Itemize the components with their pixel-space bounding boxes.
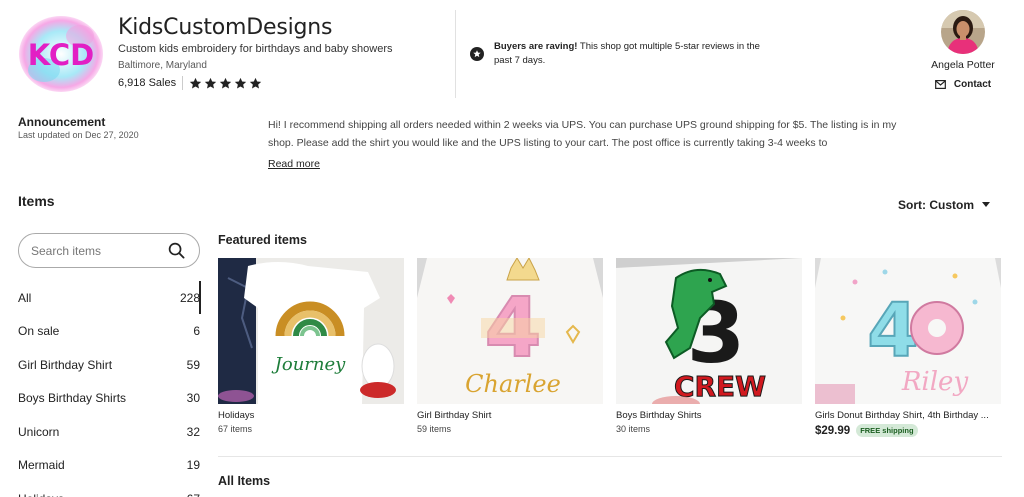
caret-down-icon (982, 202, 990, 207)
card-count: 67 items (218, 424, 253, 434)
star-icon (234, 77, 247, 89)
featured-card-holidays[interactable]: Journey Holidays 67 items (218, 258, 404, 437)
free-shipping-badge: FREE shipping (856, 424, 918, 437)
star-badge-icon (470, 47, 484, 61)
star-icon (204, 77, 217, 89)
card-price: $29.99 (815, 424, 851, 437)
category-item[interactable]: Boys Birthday Shirts 30 (18, 382, 200, 416)
owner-name[interactable]: Angela Potter (918, 59, 1008, 71)
announcement-text: Hi! I recommend shipping all orders need… (268, 119, 897, 149)
card-count: 30 items (616, 424, 651, 434)
raving-bold: Buyers are raving! (494, 41, 578, 52)
card-image[interactable]: 3 CREW (616, 258, 802, 404)
card-price-row: $29.99 FREE shipping (815, 424, 1001, 437)
card-art-text: Riley (901, 367, 969, 397)
card-title[interactable]: Girl Birthday Shirt (417, 410, 603, 421)
shop-logo: KCD (18, 14, 104, 94)
star-rating[interactable] (189, 77, 262, 90)
featured-card-girl-birthday[interactable]: 4 Charlee Girl Birthday Shirt 59 items (417, 258, 603, 437)
category-count: 19 (186, 458, 200, 473)
shop-location: Baltimore, Maryland (118, 60, 207, 71)
card-art-text: Charlee (465, 370, 561, 398)
card-title[interactable]: Holidays (218, 410, 404, 421)
category-list: All 228 On sale 6 Girl Birthday Shirt 59 Boys … (18, 281, 200, 497)
shop-owner: Angela Potter Contact (918, 10, 1008, 90)
sales-count: 6,918 Sales (118, 77, 177, 89)
card-image[interactable]: Journey (218, 258, 404, 404)
category-item[interactable]: Holidays 67 (18, 482, 200, 497)
sort-label: Sort: Custom (898, 198, 974, 212)
featured-card-donut-shirt[interactable]: 4 Riley Girls Donut Birthday Shirt, 4th … (815, 258, 1001, 437)
category-item[interactable]: All 228 (18, 281, 200, 315)
category-count: 32 (186, 424, 200, 439)
items-heading: Items (18, 193, 55, 209)
featured-card-boys-birthday[interactable]: 3 CREW Boys Birthday Shirts 30 items (616, 258, 802, 437)
category-label: Unicorn (18, 424, 60, 439)
shop-tagline: Custom kids embroidery for birthdays and… (118, 43, 393, 55)
star-icon (249, 77, 262, 89)
buyers-raving-notice: Buyers are raving! This shop got multipl… (470, 40, 770, 68)
category-count: 59 (186, 357, 200, 372)
read-more-link[interactable]: Read more (268, 158, 320, 170)
active-category-indicator (199, 281, 201, 314)
star-icon (219, 77, 232, 89)
contact-button[interactable]: Contact (918, 79, 1008, 90)
featured-items-heading: Featured items (218, 233, 307, 247)
all-items-heading: All Items (218, 474, 271, 488)
category-item[interactable]: Unicorn 32 (18, 415, 200, 449)
card-image[interactable]: 4 Charlee (417, 258, 603, 404)
divider (182, 76, 184, 90)
section-divider (218, 456, 1002, 457)
category-item[interactable]: Mermaid 19 (18, 449, 200, 483)
category-count: 228 (179, 290, 200, 305)
featured-cards: Journey Holidays 67 items 4 Charlee Girl… (218, 258, 1001, 437)
card-image[interactable]: 4 Riley (815, 258, 1001, 404)
category-item[interactable]: Girl Birthday Shirt 59 (18, 348, 200, 382)
search-input[interactable] (31, 243, 161, 258)
announcement-updated: Last updated on Dec 27, 2020 (18, 130, 139, 140)
sort-dropdown[interactable]: Sort: Custom (898, 198, 990, 212)
shop-header: KCD KidsCustomDesigns Custom kids embroi… (0, 0, 1024, 110)
sales-rating: 6,918 Sales (118, 76, 262, 90)
mail-icon (934, 80, 946, 89)
card-art-text: Journey (271, 354, 346, 375)
category-count: 30 (186, 391, 200, 406)
search-box (18, 233, 200, 268)
logo-text: KCD (28, 38, 95, 72)
contact-label: Contact (953, 79, 992, 90)
shop-name[interactable]: KidsCustomDesigns (118, 15, 332, 40)
announcement-title: Announcement (18, 115, 106, 129)
category-label: Holidays (18, 492, 64, 497)
category-count: 6 (193, 324, 200, 339)
category-label: Boys Birthday Shirts (18, 391, 127, 406)
card-title[interactable]: Girls Donut Birthday Shirt, 4th Birthday… (815, 410, 1001, 421)
category-label: Mermaid (18, 458, 65, 473)
category-count: 67 (187, 492, 200, 497)
divider (455, 10, 456, 98)
category-label: All (18, 290, 32, 305)
search-icon[interactable] (168, 242, 185, 259)
category-item[interactable]: On sale 6 (18, 315, 200, 349)
card-count: 59 items (417, 424, 452, 434)
star-icon (189, 77, 202, 89)
avatar[interactable] (941, 10, 985, 54)
category-label: Girl Birthday Shirt (18, 357, 113, 372)
card-title[interactable]: Boys Birthday Shirts (616, 410, 802, 421)
category-label: On sale (18, 324, 60, 339)
